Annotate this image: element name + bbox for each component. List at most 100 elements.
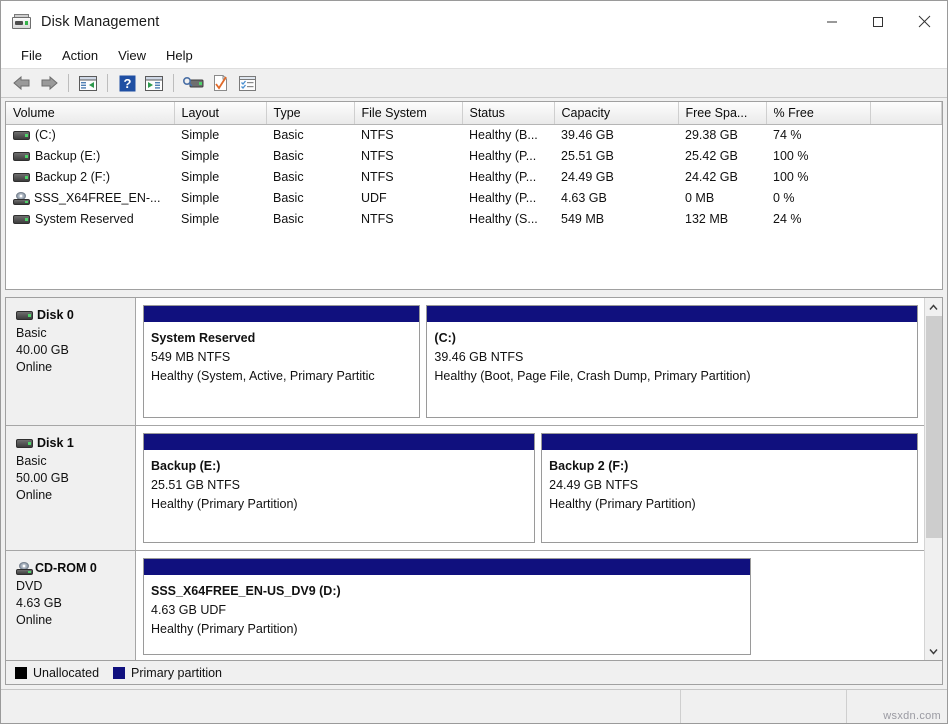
cell-capacity: 24.49 GB — [554, 166, 678, 187]
disk-info-cdrom: CD-ROM 0 DVD 4.63 GB Online — [6, 551, 136, 660]
column-header-capacity[interactable]: Capacity — [554, 102, 678, 124]
forward-arrow-icon[interactable] — [36, 71, 62, 95]
disk-info-0: Disk 0 Basic 40.00 GB Online — [6, 298, 136, 425]
cell-filler — [870, 124, 942, 145]
cell-status: Healthy (S... — [462, 208, 554, 229]
back-arrow-icon[interactable] — [9, 71, 35, 95]
volume-list-pane[interactable]: Volume Layout Type File System Status Ca… — [5, 101, 943, 290]
menu-view[interactable]: View — [108, 46, 156, 65]
cell-filler — [870, 166, 942, 187]
scrollbar-track[interactable] — [925, 316, 943, 642]
menu-file[interactable]: File — [11, 46, 52, 65]
menu-help[interactable]: Help — [156, 46, 203, 65]
partition-name: SSS_X64FREE_EN-US_DV9 (D:) — [151, 582, 750, 601]
column-header-layout[interactable]: Layout — [174, 102, 266, 124]
volume-table: Volume Layout Type File System Status Ca… — [6, 102, 942, 229]
cell-layout: Simple — [174, 124, 266, 145]
cell-percent-free: 74 % — [766, 124, 870, 145]
menu-bar: File Action View Help — [1, 42, 947, 68]
help-icon[interactable]: ? — [114, 71, 140, 95]
cell-free-space: 25.42 GB — [678, 145, 766, 166]
rescan-disks-icon[interactable] — [180, 71, 206, 95]
legend-label-unallocated: Unallocated — [33, 666, 99, 680]
volume-disk-icon — [13, 214, 30, 225]
disk-meta-cdrom: DVD 4.63 GB Online — [16, 578, 135, 629]
partition-text: Backup (E:) 25.51 GB NTFS Healthy (Prima… — [144, 451, 534, 514]
column-header-status[interactable]: Status — [462, 102, 554, 124]
partition-legend: Unallocated Primary partition — [5, 661, 943, 685]
cell-file-system: NTFS — [354, 166, 462, 187]
status-cell-main — [1, 690, 681, 723]
primary-partition-swatch-icon — [113, 667, 125, 679]
table-row[interactable]: SSS_X64FREE_EN-... Simple Basic UDF Heal… — [6, 187, 942, 208]
disk-kind: Basic — [16, 453, 135, 470]
disk-management-window: Disk Management File Action View Help — [0, 0, 948, 724]
partition-size: 549 MB NTFS — [151, 348, 419, 367]
minimize-button[interactable] — [809, 1, 855, 42]
partition-size: 24.49 GB NTFS — [549, 476, 917, 495]
disk-kind: Basic — [16, 325, 135, 342]
close-button[interactable] — [901, 1, 947, 42]
cell-volume: Backup 2 (F:) — [6, 166, 174, 187]
disk-title-1: Disk 1 — [16, 436, 135, 450]
cell-percent-free: 24 % — [766, 208, 870, 229]
column-header-free-space[interactable]: Free Spa... — [678, 102, 766, 124]
partition-dvd-d[interactable]: SSS_X64FREE_EN-US_DV9 (D:) 4.63 GB UDF H… — [143, 558, 751, 655]
cell-file-system: NTFS — [354, 208, 462, 229]
toolbar-separator — [68, 74, 69, 92]
disk-state: Online — [16, 612, 135, 629]
partition-status: Healthy (Primary Partition) — [549, 495, 917, 514]
partition-text: (C:) 39.46 GB NTFS Healthy (Boot, Page F… — [427, 323, 917, 386]
partition-backup2-f[interactable]: Backup 2 (F:) 24.49 GB NTFS Healthy (Pri… — [541, 433, 918, 543]
properties-icon[interactable] — [207, 71, 233, 95]
column-header-percent-free[interactable]: % Free — [766, 102, 870, 124]
table-row[interactable]: Backup 2 (F:) Simple Basic NTFS Healthy … — [6, 166, 942, 187]
status-cell-mid — [681, 690, 847, 723]
disk-row-cdrom-0[interactable]: CD-ROM 0 DVD 4.63 GB Online SSS_X64FREE_… — [6, 551, 924, 660]
pane-splitter[interactable] — [1, 290, 947, 297]
partition-size: 39.46 GB NTFS — [434, 348, 917, 367]
column-header-filler[interactable] — [870, 102, 942, 124]
table-row[interactable]: (C:) Simple Basic NTFS Healthy (B... 39.… — [6, 124, 942, 145]
cell-status: Healthy (P... — [462, 187, 554, 208]
partition-status: Healthy (Primary Partition) — [151, 495, 534, 514]
legend-item-unallocated: Unallocated — [15, 666, 99, 680]
column-header-type[interactable]: Type — [266, 102, 354, 124]
disk-partitions-cdrom: SSS_X64FREE_EN-US_DV9 (D:) 4.63 GB UDF H… — [136, 551, 924, 660]
partition-c-drive[interactable]: (C:) 39.46 GB NTFS Healthy (Boot, Page F… — [426, 305, 918, 418]
partition-size: 4.63 GB UDF — [151, 601, 750, 620]
maximize-button[interactable] — [855, 1, 901, 42]
table-row[interactable]: System Reserved Simple Basic NTFS Health… — [6, 208, 942, 229]
disk-drive-icon — [12, 14, 32, 30]
volume-cdrom-icon — [13, 192, 30, 205]
partition-system-reserved[interactable]: System Reserved 549 MB NTFS Healthy (Sys… — [143, 305, 420, 418]
scrollbar-thumb[interactable] — [926, 316, 942, 538]
cell-free-space: 29.38 GB — [678, 124, 766, 145]
scroll-up-icon[interactable] — [925, 298, 943, 316]
cell-capacity: 39.46 GB — [554, 124, 678, 145]
show-hide-action-pane-icon[interactable] — [141, 71, 167, 95]
table-row[interactable]: Backup (E:) Simple Basic NTFS Healthy (P… — [6, 145, 942, 166]
disk-row-0[interactable]: Disk 0 Basic 40.00 GB Online System Rese… — [6, 298, 924, 426]
disk-state: Online — [16, 359, 135, 376]
cell-layout: Simple — [174, 187, 266, 208]
disk-state: Online — [16, 487, 135, 504]
show-hide-console-tree-icon[interactable] — [75, 71, 101, 95]
cell-free-space: 0 MB — [678, 187, 766, 208]
task-list-icon[interactable] — [234, 71, 260, 95]
cell-percent-free: 100 % — [766, 145, 870, 166]
partition-text: System Reserved 549 MB NTFS Healthy (Sys… — [144, 323, 419, 386]
cell-filler — [870, 145, 942, 166]
partition-bar — [144, 306, 419, 323]
disk-meta-0: Basic 40.00 GB Online — [16, 325, 135, 376]
disk-row-1[interactable]: Disk 1 Basic 50.00 GB Online Backup (E:)… — [6, 426, 924, 551]
column-header-file-system[interactable]: File System — [354, 102, 462, 124]
scroll-down-icon[interactable] — [925, 642, 943, 660]
column-header-volume[interactable]: Volume — [6, 102, 174, 124]
cdrom-drive-icon — [16, 562, 33, 575]
disk-list: Disk 0 Basic 40.00 GB Online System Rese… — [6, 298, 924, 660]
graphical-view-scrollbar[interactable] — [924, 298, 942, 660]
menu-action[interactable]: Action — [52, 46, 108, 65]
cell-percent-free: 0 % — [766, 187, 870, 208]
partition-backup-e[interactable]: Backup (E:) 25.51 GB NTFS Healthy (Prima… — [143, 433, 535, 543]
